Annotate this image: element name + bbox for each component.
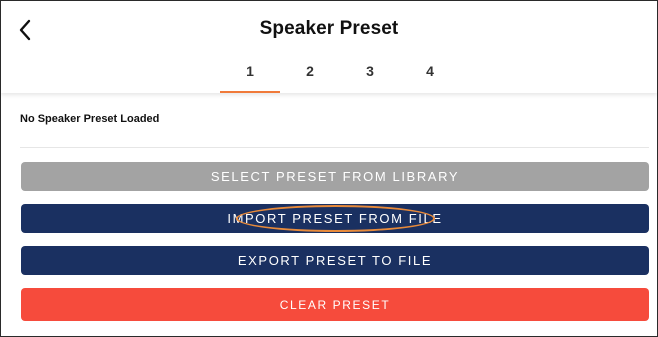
tab-3[interactable]: 3 [340,58,400,93]
import-preset-from-file-button[interactable]: IMPORT PRESET FROM FILE [21,204,649,233]
preset-tabs: 1 2 3 4 [1,58,657,93]
tab-4[interactable]: 4 [400,58,460,93]
export-preset-to-file-button[interactable]: EXPORT PRESET TO FILE [21,246,649,275]
app-window: Speaker Preset 1 2 3 4 No Speaker Preset… [0,0,658,337]
page-title: Speaker Preset [259,18,399,39]
clear-preset-button[interactable]: CLEAR PRESET [21,288,649,321]
preset-status-text: No Speaker Preset Loaded [20,113,160,125]
tab-2[interactable]: 2 [280,58,340,93]
divider [20,147,649,148]
header: Speaker Preset 1 2 3 4 [1,1,657,93]
select-preset-from-library-button[interactable]: SELECT PRESET FROM LIBRARY [21,162,649,191]
tab-1[interactable]: 1 [220,58,280,93]
